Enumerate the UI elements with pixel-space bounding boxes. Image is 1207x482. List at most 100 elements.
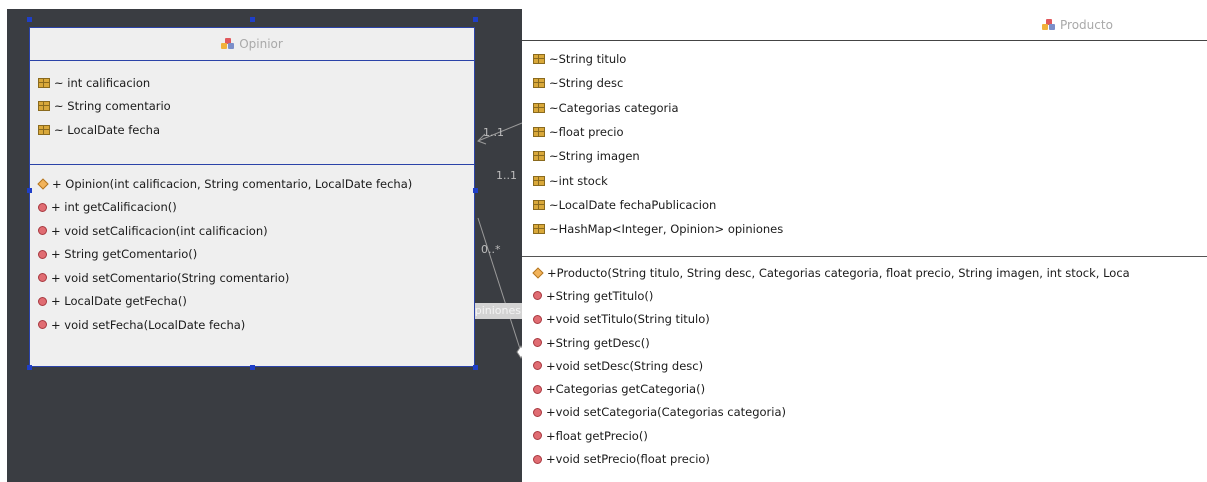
method-row[interactable]: + void setFecha(LocalDate fecha) [30, 313, 474, 337]
attribute-row[interactable]: ~ int calificacion [30, 71, 474, 95]
attribute-row[interactable]: ~ LocalDate fecha [30, 118, 474, 142]
attribute-label: ~String desc [549, 76, 624, 91]
selection-handle[interactable] [250, 365, 255, 370]
producto-class-header: Producto [522, 9, 1207, 41]
field-icon [533, 199, 545, 210]
method-label: + Opinion(int calificacion, String comen… [52, 176, 413, 191]
method-label: + String getComentario() [51, 247, 198, 262]
attribute-row[interactable]: ~HashMap<Integer, Opinion> opiniones [522, 217, 1207, 241]
attribute-label: ~LocalDate fechaPublicacion [549, 197, 717, 212]
method-row[interactable]: +float getPrecio() [522, 424, 1207, 447]
selection-handle[interactable] [27, 365, 32, 370]
field-icon [533, 54, 545, 65]
method-row[interactable]: +void setDesc(String desc) [522, 354, 1207, 377]
method-row[interactable]: +Categorias getCategoria() [522, 377, 1207, 400]
attribute-row[interactable]: ~float precio [522, 120, 1207, 144]
field-icon [38, 77, 50, 88]
method-icon [533, 361, 542, 371]
method-icon [38, 249, 47, 259]
method-row[interactable]: +void setTitulo(String titulo) [522, 308, 1207, 331]
attribute-row[interactable]: ~ String comentario [30, 95, 474, 119]
attribute-row[interactable]: ~int stock [522, 168, 1207, 192]
attribute-label: ~Categorias categoria [549, 100, 679, 115]
method-icon [533, 291, 542, 301]
method-row[interactable]: +String getTitulo() [522, 284, 1207, 307]
method-row[interactable]: +String getDesc() [522, 331, 1207, 354]
opinion-class-name: Opinior [239, 37, 283, 51]
selection-handle[interactable] [473, 365, 478, 370]
method-label: +void setTitulo(String titulo) [546, 312, 710, 327]
field-icon [38, 101, 50, 112]
method-row[interactable]: + int getCalificacion() [30, 196, 474, 220]
attribute-row[interactable]: ~LocalDate fechaPublicacion [522, 193, 1207, 217]
method-icon [38, 296, 47, 306]
field-icon [533, 78, 545, 89]
method-icon [533, 314, 542, 324]
attribute-label: ~ int calificacion [54, 75, 151, 90]
method-row[interactable]: + String getComentario() [30, 243, 474, 267]
attribute-row[interactable]: ~String imagen [522, 144, 1207, 168]
class-icon [1042, 18, 1056, 31]
method-label: +Producto(String titulo, String desc, Ca… [547, 265, 1130, 280]
method-icon [533, 454, 542, 464]
constructor-row[interactable]: +Producto(String titulo, String desc, Ca… [522, 261, 1207, 284]
selection-handle[interactable] [473, 188, 478, 193]
attribute-label: ~String imagen [549, 149, 640, 164]
method-icon [38, 226, 47, 236]
method-row[interactable]: + LocalDate getFecha() [30, 290, 474, 314]
method-icon [38, 202, 47, 212]
constructor-row[interactable]: + Opinion(int calificacion, String comen… [30, 172, 474, 196]
attribute-row[interactable]: ~Categorias categoria [522, 96, 1207, 120]
method-row[interactable]: +void setCategoria(Categorias categoria) [522, 401, 1207, 424]
field-icon [533, 175, 545, 186]
method-label: + void setCalificacion(int calificacion) [51, 223, 268, 238]
constructor-icon [37, 178, 49, 190]
opinion-class-box[interactable]: Opinior ~ int calificacion ~ String come… [29, 27, 475, 367]
constructor-icon [532, 266, 544, 279]
method-label: +void setCategoria(Categorias categoria) [546, 405, 787, 420]
method-label: + void setComentario(String comentario) [51, 270, 290, 285]
attribute-label: ~ LocalDate fecha [54, 122, 161, 137]
method-label: + int getCalificacion() [51, 200, 177, 215]
producto-attributes-compartment: ~String titulo ~String desc ~Categorias … [522, 41, 1207, 257]
attribute-label: ~String titulo [549, 52, 627, 67]
class-icon [221, 38, 235, 50]
method-label: +void setPrecio(float precio) [546, 452, 710, 467]
field-icon [533, 127, 545, 138]
method-label: +float getPrecio() [546, 428, 648, 443]
method-row[interactable]: + void setComentario(String comentario) [30, 266, 474, 290]
multiplicity-label: 1..1 [496, 169, 517, 182]
attribute-row[interactable]: ~String titulo [522, 47, 1207, 71]
producto-methods-compartment: +Producto(String titulo, String desc, Ca… [522, 257, 1207, 471]
multiplicity-label: 1..1 [483, 126, 504, 139]
method-label: +Categorias getCategoria() [546, 382, 706, 397]
field-icon [533, 224, 545, 235]
method-icon [533, 431, 542, 441]
method-row[interactable]: +void setPrecio(float precio) [522, 447, 1207, 470]
opinion-attributes-compartment: ~ int calificacion ~ String comentario ~… [30, 61, 474, 165]
method-icon [533, 407, 542, 417]
selection-handle[interactable] [27, 17, 32, 22]
method-label: + void setFecha(LocalDate fecha) [51, 317, 246, 332]
multiplicity-label: 0..* [481, 243, 501, 256]
association-line-lower [477, 217, 522, 353]
field-icon [533, 151, 545, 162]
producto-class-box[interactable]: Producto ~String titulo ~String desc ~Ca… [522, 9, 1207, 482]
selection-handle[interactable] [473, 17, 478, 22]
attribute-label: ~int stock [549, 173, 608, 188]
field-icon [38, 124, 50, 135]
method-icon [533, 384, 542, 394]
selection-handle[interactable] [27, 188, 32, 193]
method-icon [38, 320, 47, 330]
method-icon [38, 273, 47, 283]
method-icon [533, 338, 542, 348]
field-icon [533, 102, 545, 113]
association-role-label[interactable]: opiniones [467, 303, 524, 319]
selection-handle[interactable] [250, 17, 255, 22]
method-label: + LocalDate getFecha() [51, 294, 187, 309]
method-row[interactable]: + void setCalificacion(int calificacion) [30, 219, 474, 243]
producto-class-name: Producto [1060, 17, 1113, 32]
method-label: +void setDesc(String desc) [546, 358, 704, 373]
attribute-row[interactable]: ~String desc [522, 71, 1207, 95]
opinion-methods-compartment: + Opinion(int calificacion, String comen… [30, 165, 474, 337]
